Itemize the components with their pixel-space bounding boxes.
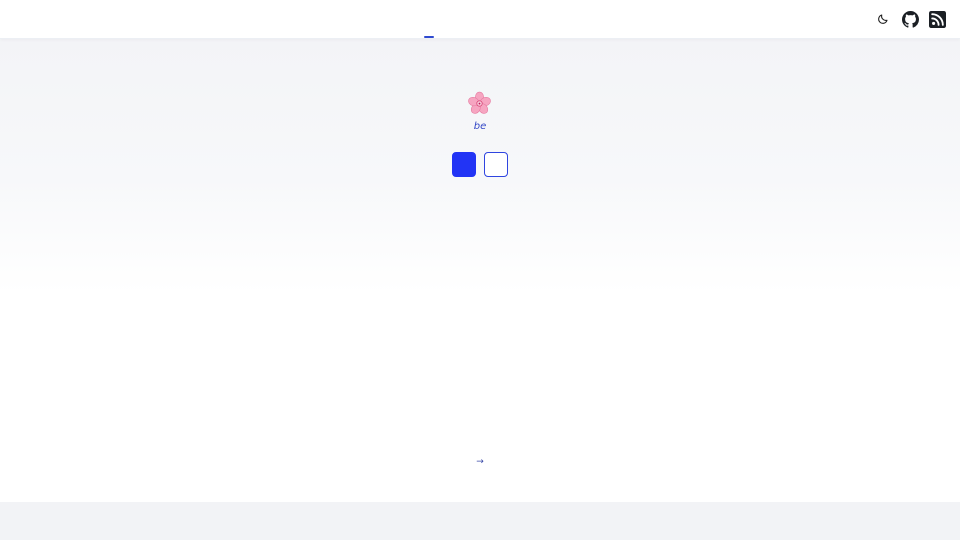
hero-buttons [452,152,508,177]
active-nav-indicator [424,36,434,38]
top-header [0,0,960,39]
tagline: be [473,121,487,132]
moon-icon[interactable] [877,13,889,25]
primary-button[interactable] [452,152,476,177]
github-icon[interactable] [902,10,919,28]
rss-icon[interactable] [929,10,946,28]
header-actions [877,9,946,29]
cherry-blossom-icon [467,91,492,116]
arrow-link[interactable]: → [0,457,960,467]
secondary-button[interactable] [484,152,508,177]
footer [0,502,960,540]
